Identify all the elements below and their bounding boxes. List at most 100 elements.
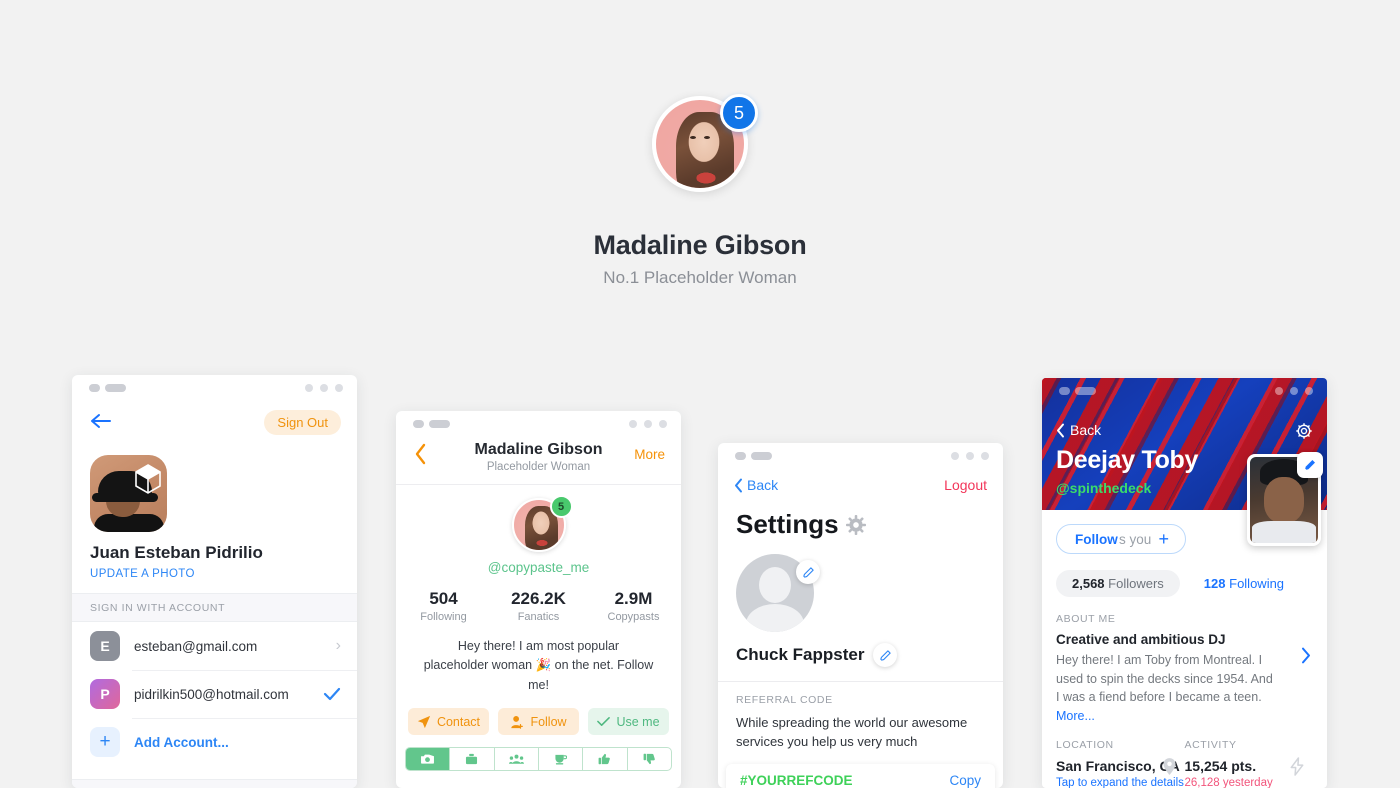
update-photo-link[interactable]: UPDATE A PHOTO [90, 568, 357, 580]
hero-subtitle: No.1 Placeholder Woman [603, 268, 797, 287]
card3-navbar: Back Logout [718, 469, 1003, 509]
chrome-right-dots-icon [951, 452, 989, 460]
chevron-right-icon[interactable]: › [336, 637, 341, 655]
chrome-dot-icon [1059, 387, 1070, 395]
follow-button[interactable]: Follow [498, 708, 579, 736]
tab-thumbs-up[interactable] [583, 748, 628, 771]
followers-chip[interactable]: 2,568 Followers [1056, 570, 1180, 597]
card3-name-row: Chuck Fappster [736, 643, 1003, 667]
referral-text: While spreading the world our awesome se… [736, 715, 968, 749]
card4-profile-photo[interactable] [1247, 452, 1323, 546]
gear-icon[interactable] [1295, 422, 1313, 440]
hero-notification-badge: 5 [720, 94, 758, 132]
hero-name: Madaline Gibson [593, 230, 807, 260]
thumbs-up-icon [598, 753, 611, 765]
pencil-icon [880, 649, 891, 661]
person-add-icon [510, 715, 524, 729]
group-icon [508, 754, 524, 765]
about-section[interactable]: ABOUT ME Creative and ambitious DJ Hey t… [1056, 613, 1313, 725]
map-pin-icon [1162, 757, 1177, 776]
logout-button[interactable]: Logout [944, 477, 987, 493]
add-account-row[interactable]: + Add Account... [72, 718, 357, 766]
photo-edit-button[interactable] [1297, 452, 1323, 478]
follow-label: Follow [1075, 531, 1118, 547]
briefcase-icon [465, 753, 478, 765]
chrome-right-dots-icon [629, 420, 667, 428]
window-chrome [718, 443, 1003, 469]
tab-camera[interactable] [406, 748, 451, 771]
followers-label: Followers [1108, 576, 1164, 591]
hero-profile: 5 Madaline Gibson No.1 Placeholder Woman [0, 94, 1400, 288]
card1-topbar: Sign Out [72, 401, 357, 451]
window-chrome [396, 411, 681, 437]
referral-code[interactable]: #YOURREFCODE [740, 773, 853, 788]
screen: 5 Madaline Gibson No.1 Placeholder Woman… [0, 0, 1400, 788]
card-profile-deejay: Back Deejay Toby @spinthedeck Follow s y… [1042, 378, 1327, 788]
about-text: Hey there! I am Toby from Montreal. I us… [1056, 653, 1273, 704]
chevron-left-icon [734, 478, 743, 493]
copy-button[interactable]: Copy [949, 773, 981, 788]
sign-out-button[interactable]: Sign Out [264, 410, 341, 435]
bio-line-1: Hey there! I am most popular [457, 639, 620, 653]
pencil-icon [1305, 460, 1315, 470]
card3-avatar-wrap [736, 554, 820, 632]
back-label: Back [747, 477, 779, 493]
card2-actions: Contact Follow Use me [396, 695, 681, 736]
card4-handle: @spinthedeck [1056, 480, 1152, 496]
back-button[interactable]: Back [1056, 422, 1101, 438]
account-initial-icon: E [90, 631, 120, 661]
name-edit-button[interactable] [873, 643, 898, 667]
tab-group[interactable] [495, 748, 539, 771]
plus-icon: + [90, 727, 120, 757]
contact-button[interactable]: Contact [408, 708, 489, 736]
check-icon [323, 687, 341, 701]
stat-label: Copypasts [607, 611, 660, 623]
followers-count: 2,568 [1072, 576, 1105, 591]
chrome-right-dots-icon [305, 384, 343, 392]
tab-briefcase[interactable] [450, 748, 495, 771]
chevron-left-icon[interactable] [414, 443, 427, 465]
follow-label: Follow [530, 714, 567, 729]
check-icon [597, 716, 611, 727]
about-more-link[interactable]: More... [1056, 709, 1095, 723]
location-header: LOCATION [1056, 739, 1114, 751]
activity-block[interactable]: ACTIVITY 15,254 pts. 26,128 yesterday [1185, 739, 1314, 788]
back-arrow-icon[interactable] [90, 413, 112, 429]
stat-value: 226.2K [511, 589, 566, 608]
stat-value: 504 [429, 589, 458, 608]
window-chrome [72, 375, 357, 401]
about-header: ABOUT ME [1056, 613, 1116, 625]
location-block[interactable]: LOCATION San Francisco, CA Tap to expand… [1056, 739, 1185, 788]
use-me-button[interactable]: Use me [588, 708, 669, 736]
avatar-edit-button[interactable] [796, 560, 820, 584]
tab-cup[interactable] [539, 748, 584, 771]
follows-you-label: s you [1119, 531, 1152, 547]
hero-avatar-wrap: 5 [652, 94, 758, 192]
back-label: Back [1070, 422, 1102, 438]
more-button[interactable]: More [634, 447, 665, 462]
chevron-right-icon[interactable] [1301, 647, 1311, 664]
card1-avatar[interactable] [90, 455, 167, 532]
location-sub[interactable]: Tap to expand the details [1056, 777, 1185, 788]
back-button[interactable]: Back [734, 477, 778, 493]
stat-value: 2.9M [614, 589, 653, 608]
account-row[interactable]: E esteban@gmail.com › [72, 622, 357, 670]
card1-section-header: SIGN IN WITH ACCOUNT [72, 593, 357, 622]
stat-copypasts[interactable]: 2.9M Copypasts [586, 589, 681, 623]
account-initial-icon: P [90, 679, 120, 709]
card1-section-header-2: SIGN IN WITH ACCOUNT [72, 779, 357, 788]
cube-logo-icon [133, 463, 163, 495]
camera-icon [420, 753, 435, 765]
stat-following[interactable]: 504 Following [396, 589, 491, 623]
card2-handle: @copypaste_me [487, 560, 590, 575]
account-email: esteban@gmail.com [134, 638, 258, 654]
chevron-left-icon [1056, 423, 1065, 438]
card2-avatar-wrap[interactable]: 5 [511, 495, 573, 552]
stat-fanatics[interactable]: 226.2K Fanatics [491, 589, 586, 623]
referral-code-box: #YOURREFCODE Copy [726, 763, 995, 788]
follow-button[interactable]: Follow s you + [1056, 524, 1186, 554]
following-chip[interactable]: 128 Following [1204, 576, 1284, 591]
account-row[interactable]: P pidrilkin500@hotmail.com [72, 670, 357, 718]
tab-thumbs-down[interactable] [628, 748, 671, 770]
paper-plane-icon [417, 715, 431, 729]
